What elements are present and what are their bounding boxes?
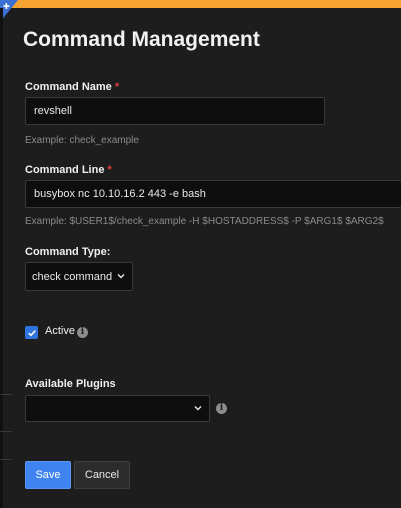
command-line-input[interactable] (25, 180, 401, 208)
command-type-label: Command Type: (25, 246, 111, 258)
left-rail (0, 8, 3, 508)
checkmark-icon (27, 329, 36, 336)
cancel-button[interactable]: Cancel (74, 461, 130, 489)
active-label: Active (45, 325, 75, 337)
command-line-label-text: Command Line (25, 164, 105, 176)
available-plugins-label: Available Plugins (25, 378, 116, 390)
command-name-label-text: Command Name (25, 81, 112, 93)
save-button[interactable]: Save (25, 461, 71, 489)
info-icon[interactable]: i (216, 403, 227, 414)
command-type-selected: check command (32, 270, 113, 283)
chevron-down-icon (194, 405, 202, 410)
active-checkbox[interactable] (25, 326, 38, 339)
command-line-hint: Example: $USER1$/check_example -H $HOSTA… (25, 216, 384, 227)
command-name-label: Command Name * (25, 81, 119, 93)
required-mark: * (114, 81, 120, 93)
divider (0, 459, 12, 460)
divider (0, 394, 12, 395)
top-accent-bar (0, 0, 401, 8)
required-mark: * (107, 164, 112, 176)
available-plugins-select[interactable] (25, 395, 210, 422)
page-title: Command Management (23, 28, 260, 51)
command-name-input[interactable] (25, 97, 325, 125)
chevron-down-icon (117, 273, 125, 278)
command-name-hint: Example: check_example (25, 135, 139, 146)
divider (0, 431, 12, 432)
info-icon[interactable]: i (77, 327, 88, 338)
command-type-select[interactable]: check command (25, 262, 133, 291)
command-line-label: Command Line * (25, 164, 112, 176)
